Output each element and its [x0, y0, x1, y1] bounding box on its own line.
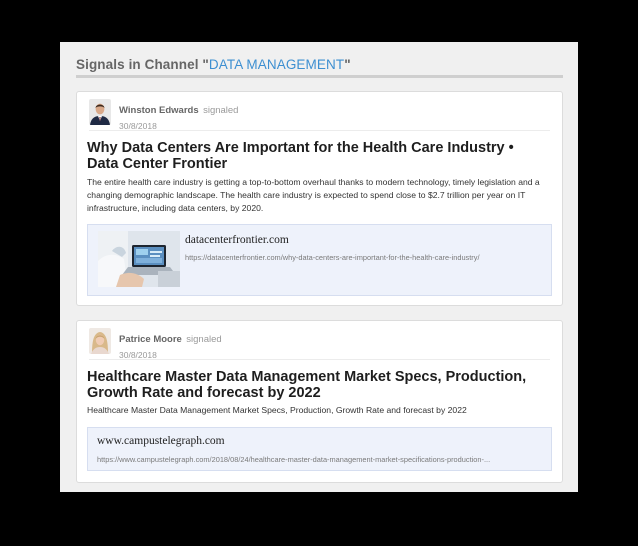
link-domain[interactable]: datacenterfrontier.com: [185, 234, 289, 246]
link-preview[interactable]: datacenterfrontier.com https://datacente…: [87, 224, 552, 296]
avatar-icon: [89, 99, 111, 125]
panel-title: Signals in Channel "DATA MANAGEMENT": [76, 57, 351, 72]
author-name[interactable]: Patrice Moore: [119, 334, 182, 345]
signal-description: Healthcare Master Data Management Market…: [87, 405, 467, 415]
author-action: signaled: [186, 334, 222, 345]
signal-card: Patrice Moore signaled 30/8/2018 Healthc…: [76, 320, 563, 483]
author-action: signaled: [203, 105, 239, 116]
header-divider: [76, 75, 563, 78]
signal-card: Winston Edwards signaled 30/8/2018 Why D…: [76, 91, 563, 306]
avatar-icon: [89, 328, 111, 354]
avatar[interactable]: [89, 328, 111, 354]
link-url[interactable]: https://datacenterfrontier.com/why-data-…: [185, 253, 545, 262]
author-name[interactable]: Winston Edwards: [119, 105, 199, 116]
link-url[interactable]: https://www.campustelegraph.com/2018/08/…: [97, 455, 545, 464]
signal-description: The entire health care industry is getti…: [87, 177, 540, 213]
card-divider: [89, 359, 550, 360]
card-divider: [89, 130, 550, 131]
link-thumbnail: [98, 231, 180, 287]
link-domain[interactable]: www.campustelegraph.com: [97, 435, 225, 447]
medical-laptop-image: [98, 231, 180, 287]
avatar[interactable]: [89, 99, 111, 125]
signal-title[interactable]: Why Data Centers Are Important for the H…: [87, 140, 547, 172]
channel-link[interactable]: DATA MANAGEMENT: [209, 57, 344, 72]
link-preview[interactable]: www.campustelegraph.com https://www.camp…: [87, 427, 552, 471]
signal-title[interactable]: Healthcare Master Data Management Market…: [87, 369, 547, 401]
signals-panel: Signals in Channel "DATA MANAGEMENT" Win…: [60, 42, 578, 492]
